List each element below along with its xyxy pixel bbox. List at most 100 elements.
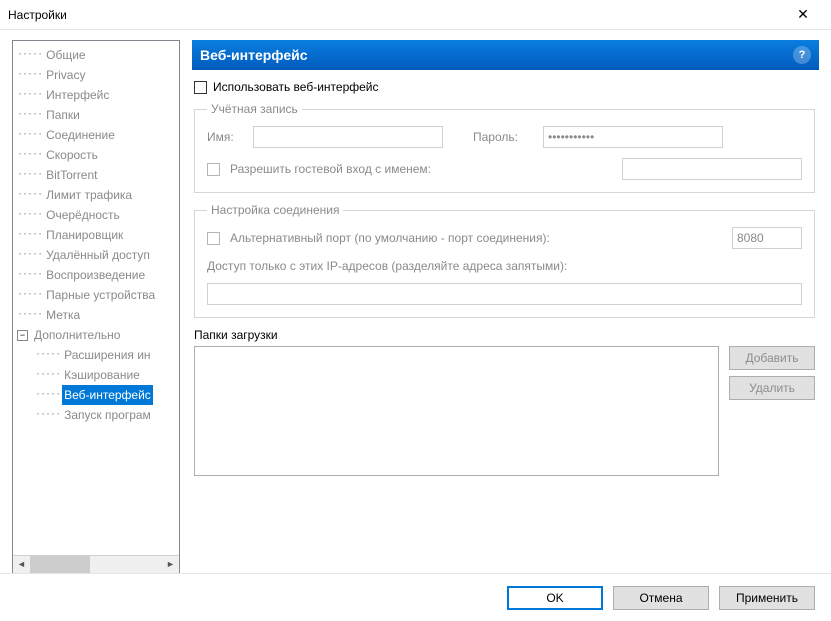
remove-folder-button[interactable]: Удалить xyxy=(729,376,815,400)
tree-item-2[interactable]: ·····Интерфейс xyxy=(17,85,179,105)
dialog-button-bar: OK Отмена Применить xyxy=(0,573,831,621)
help-icon[interactable]: ? xyxy=(793,46,811,64)
enable-webui-checkbox[interactable] xyxy=(194,81,207,94)
guest-name-input[interactable] xyxy=(622,158,802,180)
section-title: Веб-интерфейс xyxy=(200,47,793,63)
tree-connector-icon: ····· xyxy=(17,65,42,85)
folders-legend: Папки загрузки xyxy=(194,328,815,342)
tree-item-15[interactable]: ·····Расширения ин xyxy=(17,345,179,365)
section-header: Веб-интерфейс ? xyxy=(192,40,819,70)
tree-list[interactable]: ·····Общие·····Privacy·····Интерфейс····… xyxy=(13,41,179,555)
alt-port-input[interactable] xyxy=(732,227,802,249)
tree-connector-icon: ····· xyxy=(17,85,42,105)
tree-item-17[interactable]: ·····Веб-интерфейс xyxy=(17,385,179,405)
tree-item-label: Общие xyxy=(44,45,87,65)
tree-item-7[interactable]: ·····Лимит трафика xyxy=(17,185,179,205)
alt-port-checkbox[interactable] xyxy=(207,232,220,245)
ip-restrict-label: Доступ только с этих IP-адресов (разделя… xyxy=(207,259,567,273)
tree-item-8[interactable]: ·····Очерёдность xyxy=(17,205,179,225)
tree-item-13[interactable]: ·····Метка xyxy=(17,305,179,325)
window-title: Настройки xyxy=(8,8,783,22)
tree-item-label: Дополнительно xyxy=(32,325,122,345)
scroll-track[interactable] xyxy=(30,556,162,573)
password-label: Пароль: xyxy=(473,130,533,144)
tree-connector-icon: ····· xyxy=(17,245,42,265)
tree-hscrollbar[interactable]: ◄ ► xyxy=(13,555,179,572)
tree-item-9[interactable]: ·····Планировщик xyxy=(17,225,179,245)
tree-item-label: Метка xyxy=(44,305,82,325)
tree-item-label: Расширения ин xyxy=(62,345,152,365)
tree-item-label: Планировщик xyxy=(44,225,125,245)
tree-item-label: Лимит трафика xyxy=(44,185,134,205)
folders-group: Папки загрузки Добавить Удалить xyxy=(194,328,815,476)
apply-button[interactable]: Применить xyxy=(719,586,815,610)
tree-connector-icon: ····· xyxy=(17,125,42,145)
tree-item-1[interactable]: ·····Privacy xyxy=(17,65,179,85)
alt-port-label: Альтернативный порт (по умолчанию - порт… xyxy=(230,231,722,245)
close-icon[interactable]: ✕ xyxy=(783,6,823,23)
tree-connector-icon: ····· xyxy=(17,145,42,165)
tree-connector-icon: ····· xyxy=(17,165,42,185)
folders-listbox[interactable] xyxy=(194,346,719,476)
tree-item-16[interactable]: ·····Кэширование xyxy=(17,365,179,385)
tree-item-label: BitTorrent xyxy=(44,165,99,185)
tree-connector-icon: ····· xyxy=(35,365,60,385)
tree-item-label: Веб-интерфейс xyxy=(62,385,153,405)
titlebar: Настройки ✕ xyxy=(0,0,831,30)
tree-connector-icon: ····· xyxy=(17,105,42,125)
tree-item-11[interactable]: ·····Воспроизведение xyxy=(17,265,179,285)
account-group: Учётная запись Имя: Пароль: Разрешить го… xyxy=(194,102,815,193)
connection-legend: Настройка соединения xyxy=(207,203,343,217)
tree-item-3[interactable]: ·····Папки xyxy=(17,105,179,125)
ip-restrict-input[interactable] xyxy=(207,283,802,305)
name-input[interactable] xyxy=(253,126,443,148)
ok-button[interactable]: OK xyxy=(507,586,603,610)
enable-webui-row[interactable]: Использовать веб-интерфейс xyxy=(194,80,815,94)
tree-item-label: Удалённый доступ xyxy=(44,245,152,265)
tree-item-label: Папки xyxy=(44,105,82,125)
account-legend: Учётная запись xyxy=(207,102,302,116)
tree-item-5[interactable]: ·····Скорость xyxy=(17,145,179,165)
tree-connector-icon: ····· xyxy=(17,45,42,65)
tree-item-label: Очерёдность xyxy=(44,205,122,225)
guest-label: Разрешить гостевой вход с именем: xyxy=(230,162,431,176)
scroll-thumb[interactable] xyxy=(30,556,90,573)
tree-connector-icon: ····· xyxy=(35,385,60,405)
password-input[interactable] xyxy=(543,126,723,148)
name-label: Имя: xyxy=(207,130,243,144)
cancel-button[interactable]: Отмена xyxy=(613,586,709,610)
tree-item-label: Privacy xyxy=(44,65,87,85)
tree-connector-icon: ····· xyxy=(17,305,42,325)
main-panel: Веб-интерфейс ? Использовать веб-интерфе… xyxy=(192,40,819,573)
tree-item-label: Воспроизведение xyxy=(44,265,147,285)
add-folder-button[interactable]: Добавить xyxy=(729,346,815,370)
tree-connector-icon: ····· xyxy=(17,265,42,285)
tree-collapse-icon[interactable]: − xyxy=(17,330,28,341)
scroll-left-icon[interactable]: ◄ xyxy=(13,556,30,573)
dialog-body: ·····Общие·····Privacy·····Интерфейс····… xyxy=(0,30,831,573)
category-tree: ·····Общие·····Privacy·····Интерфейс····… xyxy=(12,40,180,573)
section-content: Использовать веб-интерфейс Учётная запис… xyxy=(192,70,819,573)
tree-item-18[interactable]: ·····Запуск програм xyxy=(17,405,179,425)
tree-item-14[interactable]: −Дополнительно xyxy=(17,325,179,345)
tree-connector-icon: ····· xyxy=(17,225,42,245)
tree-connector-icon: ····· xyxy=(35,345,60,365)
guest-checkbox[interactable] xyxy=(207,163,220,176)
tree-connector-icon: ····· xyxy=(17,205,42,225)
tree-item-10[interactable]: ·····Удалённый доступ xyxy=(17,245,179,265)
settings-dialog: Настройки ✕ ·····Общие·····Privacy·····И… xyxy=(0,0,831,621)
tree-item-label: Кэширование xyxy=(62,365,142,385)
tree-item-4[interactable]: ·····Соединение xyxy=(17,125,179,145)
connection-group: Настройка соединения Альтернативный порт… xyxy=(194,203,815,318)
tree-item-label: Интерфейс xyxy=(44,85,111,105)
tree-item-0[interactable]: ·····Общие xyxy=(17,45,179,65)
tree-connector-icon: ····· xyxy=(17,285,42,305)
tree-item-12[interactable]: ·····Парные устройства xyxy=(17,285,179,305)
scroll-right-icon[interactable]: ► xyxy=(162,556,179,573)
tree-item-label: Скорость xyxy=(44,145,100,165)
tree-connector-icon: ····· xyxy=(17,185,42,205)
tree-item-label: Соединение xyxy=(44,125,117,145)
tree-connector-icon: ····· xyxy=(35,405,60,425)
tree-item-6[interactable]: ·····BitTorrent xyxy=(17,165,179,185)
tree-item-label: Запуск програм xyxy=(62,405,153,425)
